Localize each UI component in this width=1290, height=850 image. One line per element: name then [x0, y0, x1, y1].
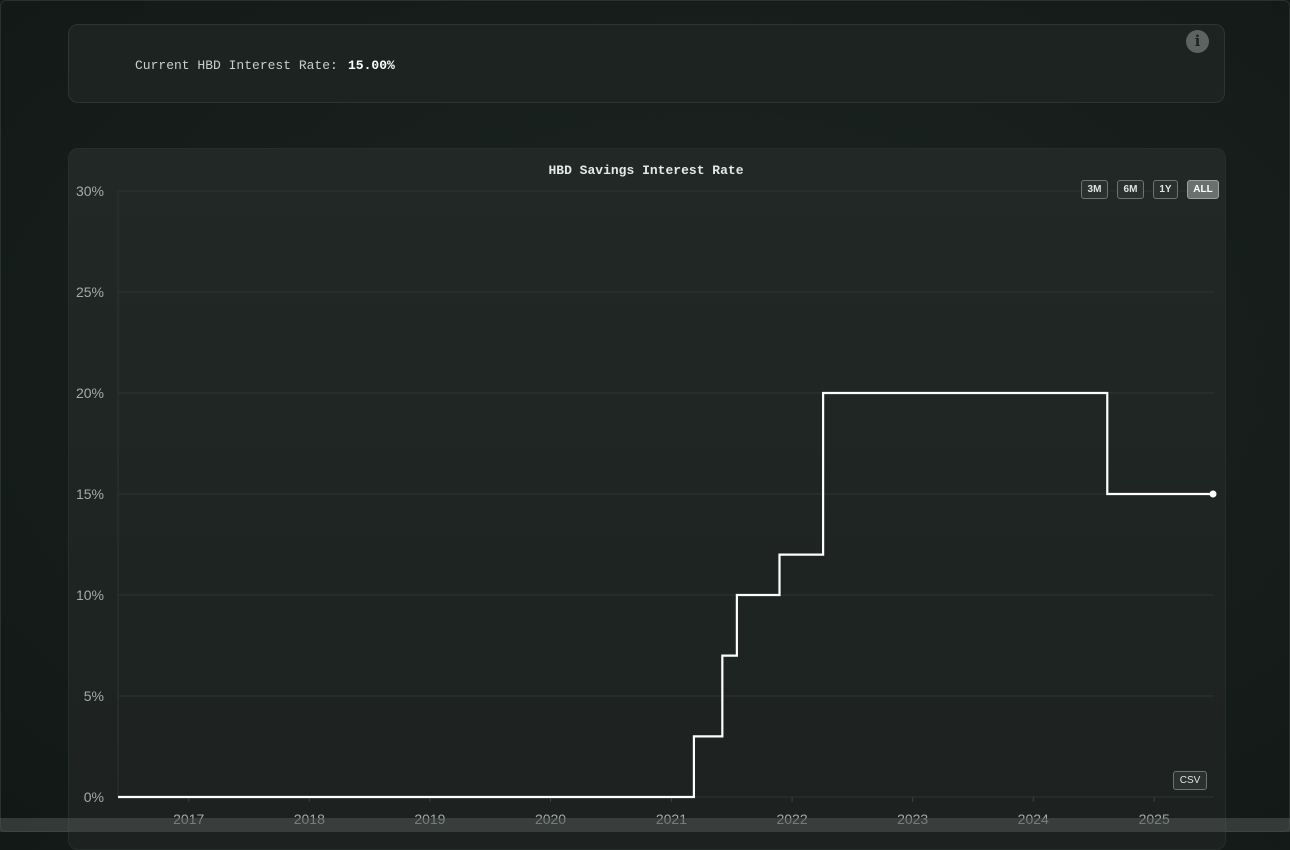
series-end-point[interactable] [1209, 490, 1217, 498]
y-tick-label: 0% [84, 789, 104, 805]
csv-export-button[interactable]: CSV [1173, 771, 1207, 790]
chart-grid [117, 190, 1214, 802]
range-button-3m[interactable]: 3M [1081, 180, 1108, 199]
y-tick-label: 30% [76, 183, 104, 199]
y-tick-label: 5% [84, 688, 104, 704]
y-tick-label: 10% [76, 587, 104, 603]
y-tick-label: 15% [76, 486, 104, 502]
y-tick-label: 20% [76, 385, 104, 401]
range-button-6m[interactable]: 6M [1117, 180, 1144, 199]
range-button-all[interactable]: ALL [1187, 180, 1219, 199]
bottom-scrollbar[interactable] [0, 818, 1290, 832]
interest-rate-chart: HBD Savings Interest Rate 0% 5% 10% 15% 20% 2… [76, 163, 1217, 827]
chart-title: HBD Savings Interest Rate [548, 163, 743, 178]
y-axis-ticks: 0% 5% 10% 15% 20% 25% 30% [76, 183, 104, 805]
range-button-1y[interactable]: 1Y [1153, 180, 1178, 199]
y-tick-label: 25% [76, 284, 104, 300]
